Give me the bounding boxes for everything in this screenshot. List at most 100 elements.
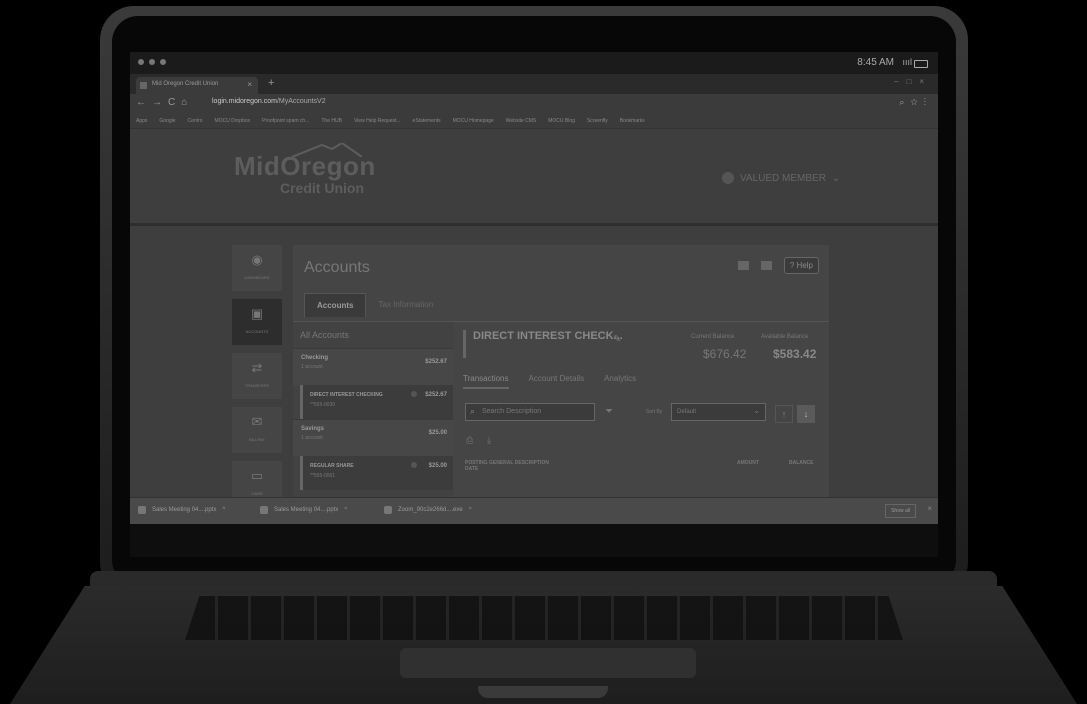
download-filename: Zoom_90c2e266d....exe xyxy=(398,507,463,513)
nav-dashboard[interactable]: ◉ DASHBOARD xyxy=(232,245,282,291)
header-divider xyxy=(130,223,938,226)
web-page: MidOregon Credit Union VALUED MEMBER ⌄ ◉… xyxy=(130,129,938,507)
sort-ascending-button[interactable]: ↑ xyxy=(775,405,793,423)
bookmark-item[interactable]: Apps xyxy=(136,113,147,128)
all-accounts-link[interactable]: All Accounts xyxy=(293,322,453,348)
nav-label: DASHBOARD xyxy=(244,275,270,280)
account-direct-interest-checking[interactable]: DIRECT INTEREST CHECKING **555-0030 $252… xyxy=(300,385,453,419)
wallet-icon: ▣ xyxy=(250,306,264,321)
help-button[interactable]: ? Help xyxy=(783,257,819,274)
available-balance-value: $583.42 xyxy=(773,347,817,361)
bookmark-item[interactable]: MOCU Blog xyxy=(548,113,575,128)
nav-label: TRANSFERS xyxy=(244,383,270,388)
transfer-icon: ⇄ xyxy=(251,360,263,375)
account-group-savings[interactable]: Savings 1 account $25.00 xyxy=(293,419,453,456)
id-card-icon[interactable] xyxy=(760,261,772,270)
nav-label: ACCOUNTS xyxy=(245,329,269,334)
signal-icon: ıııl xyxy=(902,57,912,67)
bookmark-item[interactable]: Proofpoint spam ch... xyxy=(262,113,309,128)
new-tab-button[interactable]: + xyxy=(268,77,274,89)
sort-by-label: Sort By xyxy=(646,409,663,415)
download-filename: Sales Meeting 04....pptx xyxy=(274,507,339,513)
menu-dot-icon[interactable] xyxy=(411,462,417,468)
bookmark-item[interactable]: View Help Request... xyxy=(354,113,401,128)
menu-dot-icon[interactable] xyxy=(411,391,417,397)
nav-transfers[interactable]: ⇄ TRANSFERS xyxy=(232,353,282,399)
edit-pencil-icon[interactable]: ✎ xyxy=(613,334,621,345)
accounts-panel: Accounts ? Help Accounts Tax Information… xyxy=(293,245,829,498)
browser-tab[interactable]: Mid Oregon Credit Union × xyxy=(136,77,258,94)
account-number: **555-0061 xyxy=(310,473,336,479)
nav-accounts[interactable]: ▣ ACCOUNTS xyxy=(232,299,282,345)
download-filename: Sales Meeting 04....pptx xyxy=(152,507,217,513)
bookmark-item[interactable]: eStatements xyxy=(413,113,441,128)
clock: 8:45 AM xyxy=(857,57,894,68)
bookmark-item[interactable]: Google xyxy=(159,113,175,128)
taskbar xyxy=(130,524,938,557)
sort-select[interactable]: Default xyxy=(671,403,766,421)
tab-account-details[interactable]: Account Details xyxy=(529,374,585,389)
account-group-checking[interactable]: Checking 1 account $252.67 xyxy=(293,348,453,385)
download-icon[interactable]: ⤓ xyxy=(487,435,491,446)
current-balance-value: $676.42 xyxy=(703,347,747,361)
bill-icon: ✉ xyxy=(251,414,263,429)
window-controls[interactable]: –□× xyxy=(894,77,932,86)
user-icon xyxy=(722,172,734,184)
group-value: $25.00 xyxy=(428,430,447,436)
filter-icon[interactable]: ⏷ xyxy=(605,406,613,417)
laptop-keyboard xyxy=(185,596,903,640)
sort-descending-button[interactable]: ↓ xyxy=(797,405,815,423)
address-bar-icons[interactable]: ⌕☆⋮ xyxy=(899,97,932,108)
logo[interactable]: MidOregon Credit Union xyxy=(234,143,376,196)
account-number: **555-0030 xyxy=(310,402,336,408)
bookmark-item[interactable]: MOCU Dropbox xyxy=(215,113,251,128)
column-description: GENERAL DESCRIPTION xyxy=(489,460,549,466)
window-dots xyxy=(138,59,166,65)
page-title: Accounts xyxy=(304,259,370,276)
download-item[interactable]: Sales Meeting 04....pptx ^ xyxy=(260,506,347,514)
member-menu[interactable]: VALUED MEMBER ⌄ xyxy=(722,172,840,184)
url-field[interactable]: login.midoregon.com/MyAccountsV2 xyxy=(212,98,326,105)
download-item[interactable]: Sales Meeting 04....pptx ^ xyxy=(138,506,225,514)
available-balance-label: Available Balance xyxy=(761,334,809,340)
bookmark-item[interactable]: Centro xyxy=(188,113,203,128)
close-icon[interactable]: × xyxy=(927,504,932,513)
bookmarks-bar: Apps Google Centro MOCU Dropbox Proofpoi… xyxy=(130,113,938,129)
tab-close-icon[interactable]: × xyxy=(247,80,252,89)
qr-icon[interactable] xyxy=(737,261,749,270)
tab-tax-information[interactable]: Tax Information xyxy=(366,293,445,317)
print-icon[interactable]: ⎙ xyxy=(466,435,473,446)
side-nav: ◉ DASHBOARD ▣ ACCOUNTS ⇄ TRANSFERS ✉ BIL… xyxy=(232,245,282,515)
search-input[interactable]: Search Description xyxy=(465,403,595,421)
column-balance: BALANCE xyxy=(789,460,814,466)
nav-label: BILLPAY xyxy=(249,437,265,442)
bookmark-item[interactable]: Website CMS xyxy=(506,113,536,128)
dashboard-icon: ◉ xyxy=(251,252,263,267)
nav-buttons[interactable]: ←→C⌂ xyxy=(136,97,193,108)
tab-analytics[interactable]: Analytics xyxy=(604,374,636,389)
group-name: Savings xyxy=(301,426,325,432)
show-all-button[interactable]: Show all xyxy=(885,504,916,518)
panel-tools: ? Help xyxy=(737,257,819,274)
bookmark-item[interactable]: The HUB xyxy=(321,113,342,128)
group-name: Checking xyxy=(301,355,329,361)
bookmark-item[interactable]: MOCU Homepage xyxy=(453,113,494,128)
chevron-up-icon[interactable]: ^ xyxy=(469,507,472,513)
downloads-bar: Sales Meeting 04....pptx ^ Sales Meeting… xyxy=(130,497,938,525)
account-regular-share[interactable]: REGULAR SHARE **555-0061 $25.00 xyxy=(300,456,453,490)
chevron-up-icon[interactable]: ^ xyxy=(344,507,347,513)
tab-accounts[interactable]: Accounts xyxy=(304,293,367,317)
bookmark-item[interactable]: Bookmarks xyxy=(620,113,645,128)
bookmark-item[interactable]: Screenfly xyxy=(587,113,608,128)
card-icon: ▭ xyxy=(250,468,264,483)
nav-billpay[interactable]: ✉ BILLPAY xyxy=(232,407,282,453)
download-item[interactable]: Zoom_90c2e266d....exe ^ xyxy=(384,506,472,514)
member-label: VALUED MEMBER xyxy=(740,172,826,184)
tab-transactions[interactable]: Transactions xyxy=(463,374,509,389)
account-list: All Accounts Checking 1 account $252.67 … xyxy=(293,321,453,498)
logo-subtext: Credit Union xyxy=(280,180,364,196)
os-status-bar: 8:45 AM ıııl xyxy=(130,52,938,74)
column-amount: AMOUNT xyxy=(737,460,759,466)
chevron-up-icon[interactable]: ^ xyxy=(222,507,225,513)
tab-title: Mid Oregon Credit Union xyxy=(152,81,219,87)
